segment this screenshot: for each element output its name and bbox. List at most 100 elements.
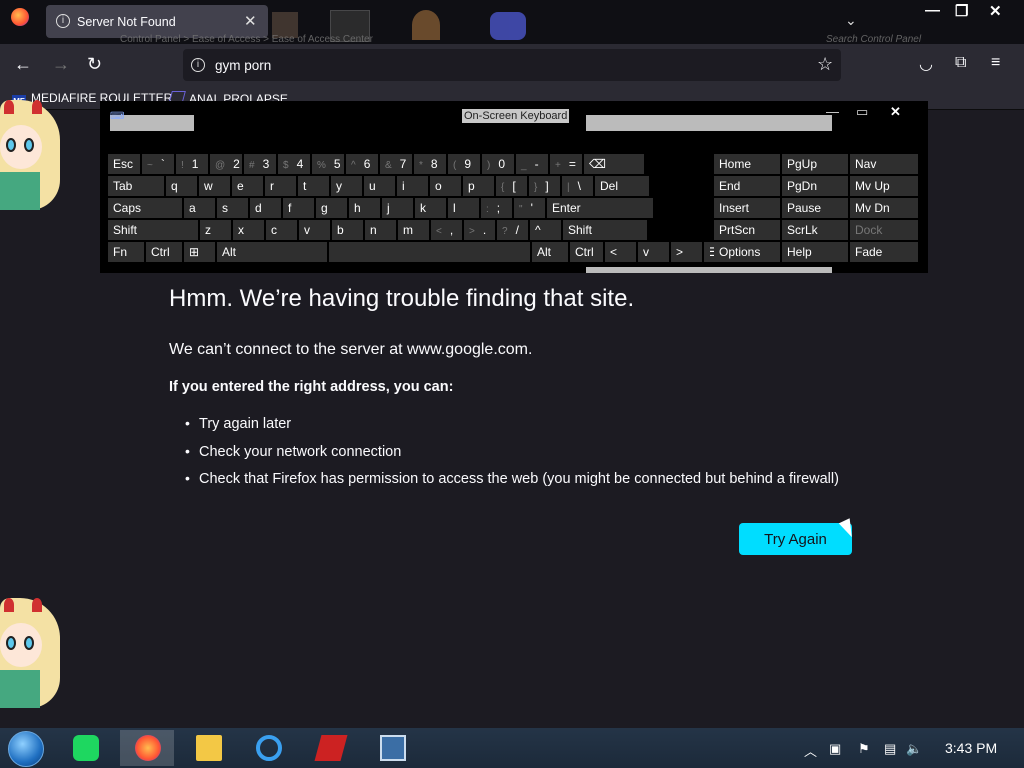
close-icon[interactable]: ✕ xyxy=(989,2,1002,20)
site-info-icon[interactable]: i xyxy=(191,58,205,72)
osk-nav-key[interactable]: Pause xyxy=(782,198,848,218)
osk-key[interactable]: ) 0 xyxy=(482,154,514,174)
network-icon[interactable]: ▤ xyxy=(884,741,896,757)
action-center-flag-icon[interactable]: ⚑ xyxy=(858,741,870,757)
osk-key[interactable]: r xyxy=(265,176,296,196)
list-all-tabs-icon[interactable]: ⌄ xyxy=(845,12,857,29)
osk-key[interactable]: ⊞ xyxy=(184,242,215,262)
osk-key[interactable]: s xyxy=(217,198,248,218)
osk-key[interactable]: Alt xyxy=(217,242,327,262)
osk-nav-key[interactable]: Fade xyxy=(850,242,918,262)
osk-key[interactable]: q xyxy=(166,176,197,196)
firefox-logo-icon[interactable] xyxy=(11,8,29,26)
osk-nav-key[interactable]: Nav xyxy=(850,154,918,174)
start-button[interactable] xyxy=(8,731,44,767)
osk-key[interactable]: b xyxy=(332,220,363,240)
osk-key[interactable]: d xyxy=(250,198,281,218)
osk-key[interactable]: * 8 xyxy=(414,154,446,174)
osk-close-icon[interactable]: ✕ xyxy=(890,104,901,120)
osk-nav-key[interactable]: Help xyxy=(782,242,848,262)
osk-key[interactable]: ! 1 xyxy=(176,154,208,174)
osk-key[interactable]: v xyxy=(299,220,330,240)
osk-maximize-icon[interactable]: ▭ xyxy=(856,104,868,120)
taskbar-app-sheets[interactable] xyxy=(58,730,112,766)
osk-nav-key[interactable]: Home xyxy=(714,154,780,174)
osk-key[interactable]: ^ 6 xyxy=(346,154,378,174)
osk-key[interactable]: @2 xyxy=(210,154,242,174)
osk-key[interactable]: {[ xyxy=(496,176,527,196)
osk-key[interactable]: }] xyxy=(529,176,560,196)
osk-key[interactable]: Esc xyxy=(108,154,140,174)
on-screen-keyboard[interactable]: ⌨ On-Screen Keyboard — ▭ ✕ Esc ~ `! 1 @2 #3 $4… xyxy=(100,101,928,273)
volume-icon[interactable]: 🔈 xyxy=(906,741,922,757)
osk-key[interactable]: _ - xyxy=(516,154,548,174)
taskbar-app-game[interactable] xyxy=(303,730,357,766)
osk-key[interactable]: w xyxy=(199,176,230,196)
tray-app-icon[interactable]: ▣ xyxy=(829,741,841,757)
osk-key[interactable]: :; xyxy=(481,198,512,218)
osk-key[interactable]: > xyxy=(671,242,702,262)
osk-nav-key[interactable]: Mv Dn xyxy=(850,198,918,218)
extensions-icon[interactable]: ⧉ xyxy=(955,54,966,72)
taskbar-app-firefox[interactable] xyxy=(120,730,174,766)
osk-key[interactable]: ⌫ xyxy=(584,154,644,174)
osk-key[interactable]: Tab xyxy=(108,176,164,196)
osk-key[interactable]: l xyxy=(448,198,479,218)
osk-key[interactable]: <, xyxy=(431,220,462,240)
osk-nav-key[interactable]: Mv Up xyxy=(850,176,918,196)
back-arrow-icon[interactable]: ← xyxy=(14,54,32,75)
osk-key[interactable] xyxy=(329,242,530,262)
osk-minimize-icon[interactable]: — xyxy=(826,104,839,119)
osk-key[interactable]: c xyxy=(266,220,297,240)
osk-key[interactable]: e xyxy=(232,176,263,196)
osk-key[interactable]: ? / xyxy=(497,220,528,240)
osk-key[interactable]: m xyxy=(398,220,429,240)
osk-title-bar[interactable]: ⌨ On-Screen Keyboard — ▭ ✕ xyxy=(100,101,928,131)
osk-nav-key[interactable]: PgUp xyxy=(782,154,848,174)
minimize-icon[interactable]: — xyxy=(925,2,940,19)
osk-nav-key[interactable]: PgDn xyxy=(782,176,848,196)
osk-key[interactable]: j xyxy=(382,198,413,218)
osk-key[interactable]: Caps xyxy=(108,198,182,218)
osk-key[interactable]: ~ ` xyxy=(142,154,174,174)
osk-nav-key[interactable]: Insert xyxy=(714,198,780,218)
osk-key[interactable]: o xyxy=(430,176,461,196)
osk-key[interactable]: % 5 xyxy=(312,154,344,174)
osk-key[interactable]: Shift xyxy=(108,220,198,240)
osk-key[interactable]: $4 xyxy=(278,154,310,174)
show-hidden-icons-icon[interactable]: ︿ xyxy=(804,741,817,760)
osk-key[interactable]: i xyxy=(397,176,428,196)
osk-key[interactable]: v xyxy=(638,242,669,262)
osk-key[interactable]: a xyxy=(184,198,215,218)
taskbar-app-osk[interactable] xyxy=(365,730,419,766)
osk-key[interactable]: u xyxy=(364,176,395,196)
osk-key[interactable]: y xyxy=(331,176,362,196)
osk-key[interactable]: t xyxy=(298,176,329,196)
maximize-icon[interactable]: ❐ xyxy=(955,2,968,20)
osk-key[interactable]: " ' xyxy=(514,198,545,218)
osk-key[interactable]: p xyxy=(463,176,494,196)
osk-key[interactable]: z xyxy=(200,220,231,240)
tab-close-icon[interactable]: ✕ xyxy=(244,12,257,30)
url-bar[interactable]: i ☆ xyxy=(183,49,841,81)
url-input[interactable] xyxy=(215,55,775,75)
osk-key[interactable]: & 7 xyxy=(380,154,412,174)
osk-key[interactable]: k xyxy=(415,198,446,218)
osk-key[interactable]: #3 xyxy=(244,154,276,174)
reload-icon[interactable]: ↻ xyxy=(87,54,102,75)
osk-nav-key[interactable]: Dock xyxy=(850,220,918,240)
osk-key[interactable]: Ctrl xyxy=(146,242,182,262)
osk-key[interactable]: (9 xyxy=(448,154,480,174)
osk-key[interactable]: Alt xyxy=(532,242,568,262)
taskbar-app-explorer[interactable] xyxy=(181,730,235,766)
osk-key[interactable]: + = xyxy=(550,154,582,174)
osk-key[interactable]: n xyxy=(365,220,396,240)
osk-key[interactable]: f xyxy=(283,198,314,218)
osk-key[interactable]: g xyxy=(316,198,347,218)
osk-key[interactable]: Shift xyxy=(563,220,647,240)
forward-arrow-icon[interactable]: → xyxy=(52,54,70,75)
osk-key[interactable]: Del xyxy=(595,176,649,196)
taskbar-app-ie[interactable] xyxy=(241,730,295,766)
osk-key[interactable]: Fn xyxy=(108,242,144,262)
clock[interactable]: 3:43 PM xyxy=(945,740,997,756)
